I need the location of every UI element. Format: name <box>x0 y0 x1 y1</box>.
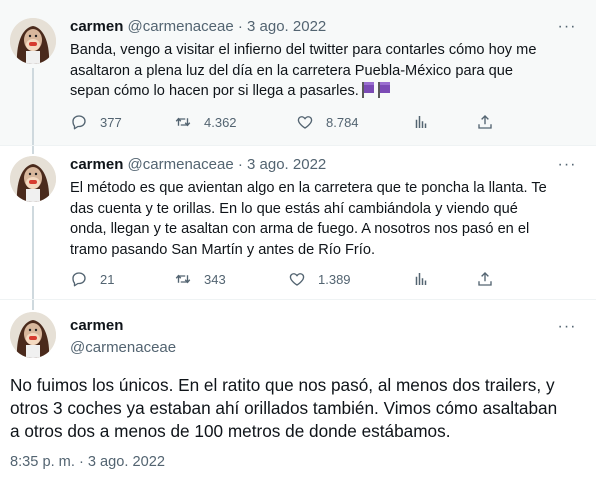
share-icon <box>476 270 494 288</box>
tweet-text-line: No fuimos los únicos. En el ratito que n… <box>10 375 555 395</box>
heart-icon <box>296 113 314 131</box>
analytics-icon <box>412 113 430 131</box>
avatar[interactable] <box>10 18 56 64</box>
reply-count: 377 <box>100 114 122 130</box>
tweet-text: Banda, vengo a visitar el infierno del t… <box>70 40 580 102</box>
retweet-button[interactable]: 343 <box>174 270 226 288</box>
reply-button[interactable]: 377 <box>70 113 122 131</box>
separator-dot: · <box>237 18 243 35</box>
display-name[interactable]: carmen <box>70 156 123 173</box>
avatar[interactable] <box>10 312 56 358</box>
separator-dot: · <box>237 156 243 173</box>
reply-count: 21 <box>100 271 115 287</box>
tweet-text-line: Banda, vengo a visitar el infierno del t… <box>70 42 537 58</box>
reply-button[interactable]: 21 <box>70 270 114 288</box>
tweet-date[interactable]: 3 ago. 2022 <box>247 156 326 173</box>
like-count: 1.389 <box>318 271 351 287</box>
tweet-text-line: asaltaron a plena luz del día en la carr… <box>70 62 513 79</box>
tweet-text-line: tramo pasando San Martín y antes de Río … <box>70 241 376 258</box>
more-icon[interactable]: ··· <box>556 157 578 178</box>
tweet-header: carmen @carmenaceae · 3 ago. 2022 <box>70 156 326 174</box>
display-name[interactable]: carmen <box>70 317 176 335</box>
heart-icon <box>288 270 306 288</box>
retweet-icon <box>174 113 192 131</box>
reply-icon <box>70 270 88 288</box>
display-name[interactable]: carmen <box>70 18 123 35</box>
tweet-text-line: sepan cómo lo hacen por si llega a pasar… <box>70 81 580 102</box>
views-button[interactable] <box>412 113 442 131</box>
tweet-3-focused: carmen @carmenaceae ··· No fuimos los ún… <box>0 300 596 481</box>
retweet-count: 343 <box>204 271 226 287</box>
retweet-count: 4.362 <box>204 114 237 130</box>
user-handle[interactable]: @carmenaceae <box>128 156 234 173</box>
retweet-icon <box>174 270 192 288</box>
retweet-button[interactable]: 4.362 <box>174 113 237 131</box>
share-button[interactable] <box>476 270 506 288</box>
flag-emoji-icon <box>361 81 375 98</box>
tweet-actions: 21 343 1.389 <box>70 270 500 290</box>
user-handle[interactable]: @carmenaceae <box>128 18 234 35</box>
like-button[interactable]: 8.784 <box>296 113 359 131</box>
tweet-header: carmen @carmenaceae <box>70 317 176 357</box>
more-icon[interactable]: ··· <box>556 319 578 340</box>
tweet-text-line: das cuenta y te orillas. En lo que estás… <box>70 200 518 217</box>
share-button[interactable] <box>476 113 506 131</box>
avatar[interactable] <box>10 156 56 202</box>
tweet-text-line: onda, llegan y te asaltan con arma de fu… <box>70 221 530 237</box>
tweet-text: No fuimos los únicos. En el ratito que n… <box>10 374 580 443</box>
more-icon[interactable]: ··· <box>556 19 578 40</box>
like-button[interactable]: 1.389 <box>288 270 351 288</box>
tweet-1[interactable]: carmen @carmenaceae · 3 ago. 2022 ··· Ba… <box>0 0 596 146</box>
tweet-text-line: a otros dos a menos de 100 metros de don… <box>10 421 451 441</box>
thread-line <box>32 300 34 310</box>
share-icon <box>476 113 494 131</box>
thread-line <box>32 206 34 299</box>
tweet-2[interactable]: carmen @carmenaceae · 3 ago. 2022 ··· El… <box>0 146 596 300</box>
thread-line <box>32 68 34 145</box>
user-handle[interactable]: @carmenaceae <box>70 339 176 357</box>
tweet-date[interactable]: 3 ago. 2022 <box>247 18 326 35</box>
analytics-icon <box>412 270 430 288</box>
views-button[interactable] <box>412 270 442 288</box>
tweet-text: El método es que avientan algo en la car… <box>70 178 580 260</box>
flag-emoji-icon <box>377 81 391 98</box>
tweet-text-line: otros 3 coches ya estaban ahí orillados … <box>10 398 558 418</box>
reply-icon <box>70 113 88 131</box>
tweet-header: carmen @carmenaceae · 3 ago. 2022 <box>70 18 326 36</box>
tweet-timestamp[interactable]: 8:35 p. m. · 3 ago. 2022 <box>10 454 165 470</box>
thread-line <box>32 146 34 154</box>
like-count: 8.784 <box>326 114 359 130</box>
tweet-text-line: El método es que avientan algo en la car… <box>70 180 547 196</box>
tweet-actions: 377 4.362 8.784 <box>70 113 500 133</box>
